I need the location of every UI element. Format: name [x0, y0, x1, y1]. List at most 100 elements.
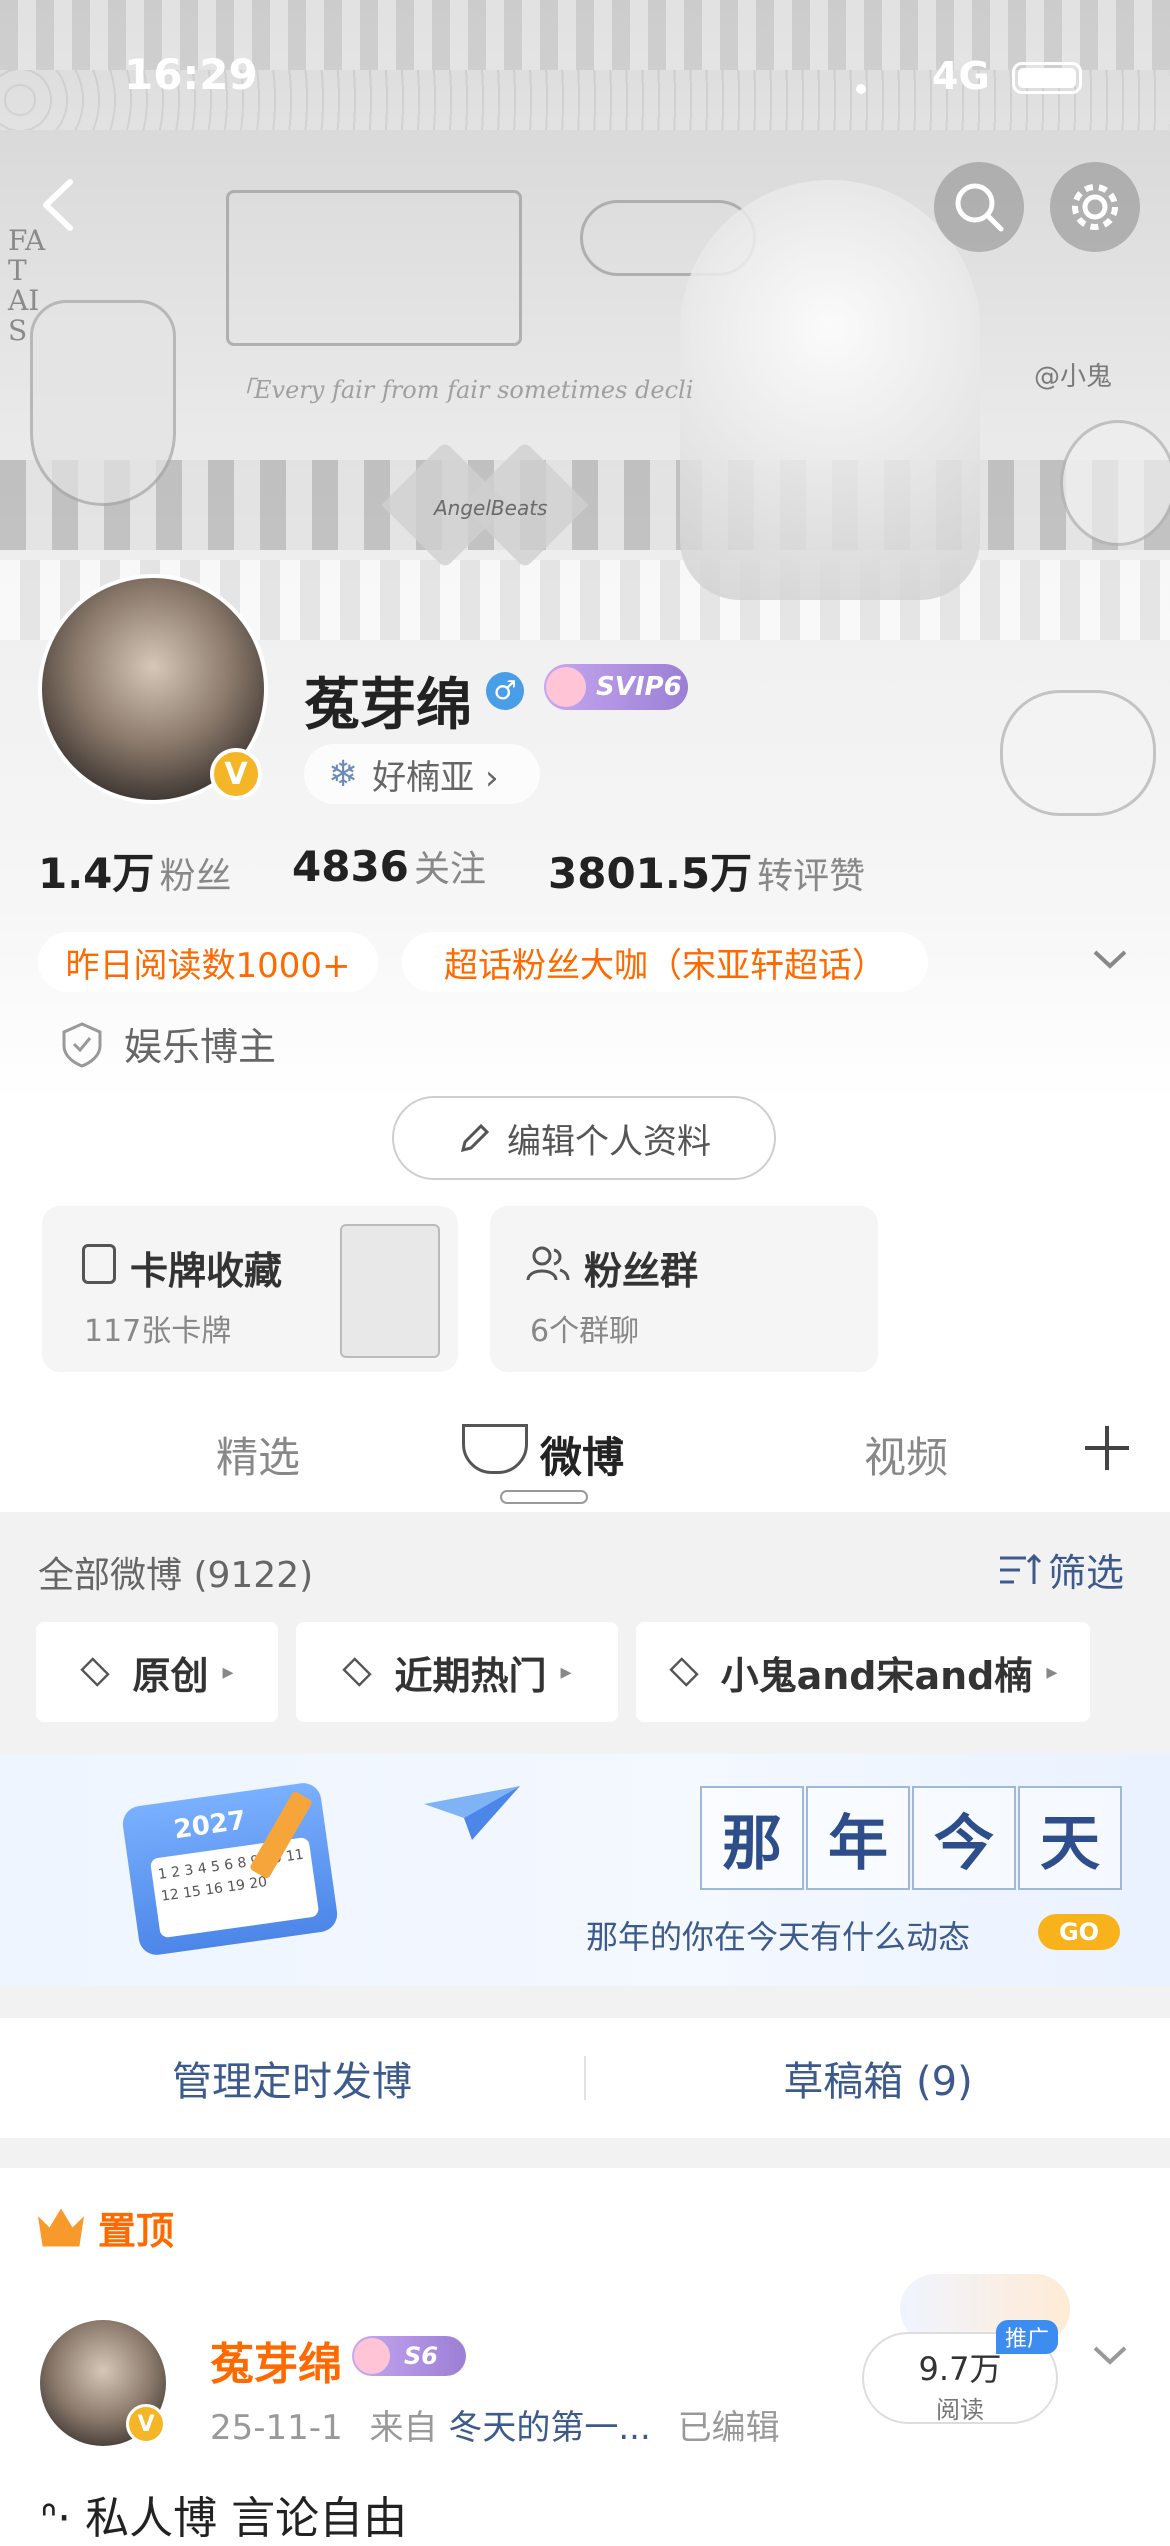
- post-verified-icon: V: [126, 2404, 166, 2444]
- card-icon: [82, 1244, 116, 1284]
- divider: [0, 2138, 1170, 2168]
- tab-weibo[interactable]: 微博: [540, 1424, 624, 1485]
- pinned-post[interactable]: 置顶 V 菟芽绵 S6 25-11-1 来自 冬天的第一... 已编辑 9.7万…: [0, 2168, 1170, 2544]
- post-source-prefix: 来自: [369, 2408, 438, 2448]
- search-icon: [955, 183, 1004, 232]
- cover-watermark: @小鬼: [1034, 362, 1113, 392]
- caret-right-icon: ▸: [222, 1659, 234, 1685]
- chevron-down-icon: [1093, 950, 1127, 969]
- teacup-icon: [462, 1424, 528, 1474]
- vip-mascot-icon: [546, 667, 586, 707]
- shield-icon: [62, 1021, 102, 1068]
- layers-icon: [80, 1657, 111, 1687]
- stat-fans-label: 粉丝: [159, 856, 232, 897]
- pencil-icon: [460, 1123, 490, 1153]
- banner-char-1: 那: [700, 1786, 804, 1890]
- filter-label: 筛选: [1048, 1551, 1125, 1595]
- gear-icon: [1072, 184, 1118, 230]
- card-fan-group[interactable]: 粉丝群 6个群聊: [490, 1206, 878, 1372]
- caret-right-icon: ▸: [560, 1659, 572, 1685]
- filter-button[interactable]: 筛选: [998, 1542, 1124, 1597]
- post-level-badge: S6: [352, 2336, 466, 2376]
- tag-reads[interactable]: 昨日阅读数1000+: [38, 932, 378, 992]
- stat-interactions-label: 转评赞: [757, 856, 866, 897]
- search-button[interactable]: [934, 162, 1024, 252]
- calendar-year: 2027: [171, 1805, 248, 1846]
- post-level-label: S6: [404, 2342, 438, 2370]
- card-collection-sub: 117张卡牌: [84, 1314, 232, 1349]
- chip-original-label: 原创: [132, 1653, 209, 1698]
- cover-corner-text: FAT AIS: [8, 224, 46, 347]
- level-mascot-icon: [354, 2338, 390, 2374]
- crown-icon: [38, 2208, 84, 2247]
- cover-quote-text: 「Every fair from fair sometimes decli: [230, 376, 694, 404]
- calendar-days: 1 2 3 4 5 6 8 9 10 11 12 15 16 19 20: [149, 1836, 320, 1939]
- role-label: 娱乐博主: [124, 1025, 277, 1069]
- edit-profile-button[interactable]: 编辑个人资料: [392, 1096, 776, 1180]
- tag-super-fan[interactable]: 超话粉丝大咖（宋亚轩超话）: [402, 932, 928, 992]
- card-collection-title: 卡牌收藏: [130, 1249, 283, 1293]
- card-preview-image: [340, 1224, 440, 1358]
- add-tab-button[interactable]: [1082, 1420, 1132, 1480]
- stat-interactions[interactable]: 3801.5万 转评赞: [548, 840, 865, 901]
- group-icon: [526, 1246, 570, 1281]
- expand-tags-button[interactable]: [1090, 944, 1130, 978]
- tab-active-indicator: [500, 1490, 588, 1504]
- chip-recent-hot[interactable]: 近期热门 ▸: [296, 1622, 618, 1722]
- battery-icon: [1012, 62, 1082, 94]
- stat-following-label: 关注: [414, 849, 487, 890]
- plus-icon: [1085, 1426, 1129, 1470]
- memories-banner[interactable]: 2027 1 2 3 4 5 6 8 9 10 11 12 15 16 19 2…: [0, 1754, 1170, 1986]
- banner-char-4: 天: [1018, 1786, 1122, 1890]
- promo-badge: 推广: [996, 2320, 1058, 2354]
- banner-go-button[interactable]: GO: [1038, 1914, 1120, 1950]
- settings-button[interactable]: [1050, 162, 1140, 252]
- post-source[interactable]: 冬天的第一...: [448, 2408, 650, 2448]
- chip-recent-hot-label: 近期热门: [394, 1653, 547, 1698]
- stat-fans-num: 1.4万: [38, 849, 155, 898]
- divider: [0, 1986, 1170, 2018]
- verified-badge-icon: V: [210, 748, 262, 800]
- drafts-link[interactable]: 草稿箱 (9): [586, 2049, 1170, 2107]
- filter-icon: [1000, 1553, 1042, 1584]
- snowflake-icon: ❄: [328, 753, 359, 795]
- all-posts-label: 全部微博 (9122): [38, 1555, 314, 1596]
- back-button[interactable]: [30, 170, 90, 240]
- chevron-down-icon: [1093, 2346, 1127, 2365]
- scheduled-posts-link[interactable]: 管理定时发博: [0, 2049, 584, 2107]
- svip-badge[interactable]: SVIP6: [544, 664, 688, 710]
- edit-profile-label: 编辑个人资料: [507, 1121, 711, 1162]
- pinned-label: 置顶: [98, 2209, 175, 2253]
- banner-char-3: 今: [912, 1786, 1016, 1890]
- post-date: 25-11-1: [210, 2408, 343, 2448]
- layers-icon: [668, 1657, 699, 1687]
- caret-right-icon: ▸: [1046, 1659, 1058, 1685]
- status-time: 16:29: [124, 50, 258, 99]
- gender-male-icon: ♂: [486, 672, 524, 710]
- layers-icon: [342, 1657, 373, 1687]
- stat-fans[interactable]: 1.4万 粉丝: [38, 840, 232, 901]
- post-content: ᐢ· 私人博 言论自由: [40, 2493, 408, 2544]
- stat-interactions-num: 3801.5万: [548, 849, 753, 898]
- banner-subtitle: 那年的你在今天有什么动态: [586, 1918, 971, 1956]
- read-count-label: 阅读: [936, 2396, 984, 2424]
- signal-icon: [856, 84, 866, 94]
- banner-char-2: 年: [806, 1786, 910, 1890]
- chip-custom-group[interactable]: 小鬼and宋and楠 ▸: [636, 1622, 1090, 1722]
- chip-custom-group-label: 小鬼and宋and楠: [720, 1653, 1033, 1698]
- post-edited: 已编辑: [677, 2408, 780, 2448]
- svip-label: SVIP6: [596, 672, 682, 702]
- card-fan-group-sub: 6个群聊: [530, 1314, 640, 1349]
- chip-original[interactable]: 原创 ▸: [36, 1622, 278, 1722]
- network-label: 4G: [932, 54, 990, 98]
- card-collection[interactable]: 卡牌收藏 117张卡牌: [42, 1206, 458, 1372]
- post-more-button[interactable]: [1090, 2340, 1130, 2374]
- back-arrow-icon: [43, 179, 73, 231]
- tab-featured[interactable]: 精选: [216, 1424, 300, 1485]
- post-author-name[interactable]: 菟芽绵: [210, 2328, 342, 2392]
- friend-tag[interactable]: ❄ 好楠亚 ›: [304, 744, 540, 804]
- stat-following-num: 4836: [292, 842, 409, 891]
- stat-following[interactable]: 4836 关注: [292, 840, 486, 892]
- cover-plaque-text: AngelBeats: [434, 496, 548, 520]
- tab-video[interactable]: 视频: [864, 1424, 948, 1485]
